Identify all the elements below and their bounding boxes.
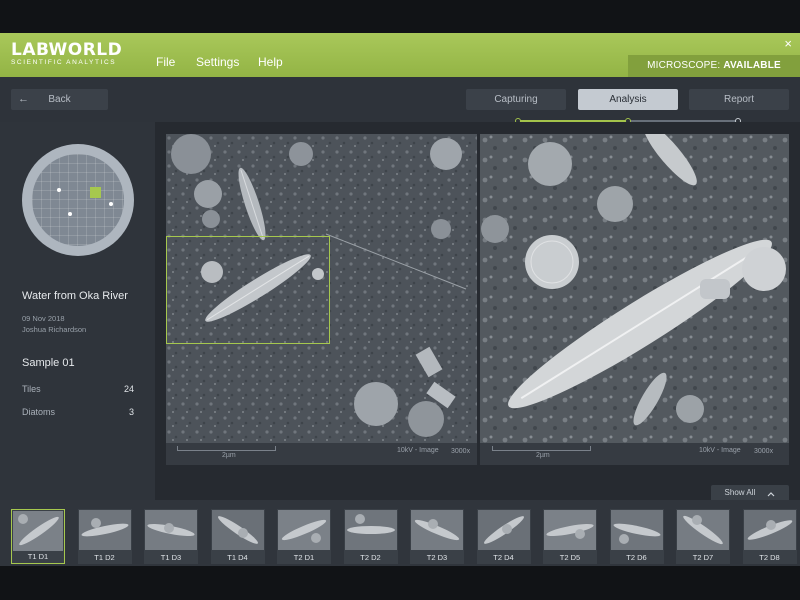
thumbnail-image — [211, 510, 264, 550]
thumbnail-item[interactable]: T2 D7 — [676, 509, 730, 564]
thumbnail-item[interactable]: T2 D1 — [277, 509, 331, 564]
sample-author: Joshua Richardson — [22, 325, 87, 334]
thumbnail-label: T2 D5 — [559, 553, 581, 562]
thumbnail-image — [13, 511, 63, 551]
sample-name: Sample 01 — [22, 357, 75, 369]
microscope-status: MICROSCOPE: AVAILABLE — [628, 55, 800, 77]
thumbnail-item[interactable]: T2 D6 — [609, 509, 664, 564]
arrow-left-icon: ← — [18, 93, 29, 105]
menu-file[interactable]: File — [156, 55, 175, 69]
thumbnail-image — [145, 510, 197, 550]
detail-footer: 2µm 10kV - Image 3000x — [480, 443, 789, 465]
status-value: AVAILABLE — [723, 60, 781, 71]
thumbnail-image — [677, 510, 729, 550]
app-window: LABWORLD SCIENTIFIC ANALYTICS File Setti… — [0, 33, 800, 566]
thumbnail-label: T2 D8 — [759, 553, 780, 562]
zoom-label: 3000x — [754, 448, 774, 455]
show-all-button[interactable]: Show All — [711, 485, 789, 500]
sample-date: 09 Nov 2018 — [22, 314, 65, 323]
tab-analysis[interactable]: Analysis — [578, 89, 678, 110]
thumbnail-item[interactable]: T2 D5 — [543, 509, 597, 564]
app-header: LABWORLD SCIENTIFIC ANALYTICS File Setti… — [0, 33, 800, 77]
petri-dish-map[interactable] — [22, 144, 134, 256]
thumbnail-label: T1 D4 — [227, 553, 248, 562]
tile-marker[interactable] — [57, 188, 61, 192]
chevron-up-icon — [767, 491, 775, 497]
scale-bar — [177, 446, 276, 451]
thumbnail-label: T2 D3 — [426, 553, 448, 562]
thumbnail-strip: Show All T1 D1 T1 D2 T1 D3 T1 D4 T2 D1 T2 D2 T… — [0, 485, 800, 566]
tile-marker[interactable] — [68, 212, 72, 216]
scale-label: 2µm — [536, 452, 550, 459]
thumbnail-label: T1 D3 — [160, 553, 182, 562]
tab-capturing[interactable]: Capturing — [466, 89, 566, 110]
dish-grid — [32, 154, 124, 246]
diatoms-label: Diatoms — [22, 407, 56, 417]
thumbnail-item[interactable]: T2 D4 — [476, 509, 531, 564]
thumbnail-image — [344, 510, 397, 550]
sem-detail-graphic — [480, 134, 789, 443]
menu-settings[interactable]: Settings — [196, 55, 239, 69]
image-viewer: 2µm 10kV - Image 3000x 2µm 10kV - Image … — [155, 122, 800, 500]
sample-source-title: Water from Oka River — [22, 290, 128, 302]
logo: LABWORLD SCIENTIFIC ANALYTICS — [11, 41, 122, 67]
thumbnail-label: T2 D4 — [493, 553, 514, 562]
thumbnail-label: T2 D6 — [626, 553, 647, 562]
thumbnail-label: T1 D2 — [94, 553, 115, 562]
thumbnail-item[interactable]: T1 D3 — [144, 509, 198, 564]
current-tile-marker[interactable] — [90, 187, 101, 198]
tile-marker[interactable] — [109, 202, 113, 206]
sample-sidebar: Water from Oka River 09 Nov 2018 Joshua … — [0, 122, 155, 500]
detail-image[interactable] — [480, 134, 789, 443]
toolbar: ← Back Capturing Analysis Report — [0, 77, 800, 122]
menu-help[interactable]: Help — [258, 55, 283, 69]
tab-report[interactable]: Report — [689, 89, 789, 110]
overview-image[interactable] — [166, 134, 477, 443]
back-label: Back — [48, 94, 71, 105]
tiles-label: Tiles — [22, 384, 41, 394]
diatoms-value: 3 — [128, 407, 134, 417]
back-button[interactable]: ← Back — [11, 89, 108, 110]
thumbnail-label: T1 D1 — [27, 552, 49, 561]
close-icon[interactable]: × — [784, 36, 792, 51]
voltage-label: 10kV - Image — [699, 447, 741, 454]
thumbnail-image — [610, 510, 663, 550]
zoom-label: 3000x — [451, 448, 471, 455]
thumbnail-item[interactable]: T2 D2 — [343, 509, 398, 564]
diatoms-row: Diatoms 3 — [22, 407, 134, 417]
scale-label: 2µm — [222, 452, 236, 459]
thumbnail-item[interactable]: T2 D8 — [742, 509, 797, 564]
thumbnail-image — [544, 510, 596, 550]
thumbnail-item[interactable]: T1 D4 — [210, 509, 265, 564]
status-label: MICROSCOPE: — [647, 60, 721, 71]
thumbnail-label: T2 D2 — [360, 553, 381, 562]
logo-text: LABWORLD — [11, 40, 123, 60]
tiles-row: Tiles 24 — [22, 384, 134, 394]
logo-subtitle: SCIENTIFIC ANALYTICS — [11, 59, 117, 66]
thumbnail-label: T2 D7 — [692, 553, 714, 562]
scale-bar — [492, 446, 591, 451]
thumbnail-image — [78, 510, 131, 550]
thumbnail-label: T2 D1 — [293, 553, 315, 562]
thumbnail-item[interactable]: T2 D3 — [410, 509, 464, 564]
selection-box[interactable] — [166, 236, 330, 344]
thumbnail-item[interactable]: T1 D2 — [77, 509, 132, 564]
thumbnail-item[interactable]: T1 D1 — [11, 509, 65, 564]
thumbnail-image — [743, 510, 796, 550]
thumbnail-image — [477, 510, 530, 550]
voltage-label: 10kV - Image — [397, 447, 439, 454]
overview-footer: 2µm 10kV - Image 3000x — [166, 443, 477, 465]
show-all-label: Show All — [724, 488, 756, 497]
thumbnail-image — [411, 510, 463, 550]
thumbnail-image — [278, 510, 330, 550]
tiles-value: 24 — [123, 384, 134, 394]
